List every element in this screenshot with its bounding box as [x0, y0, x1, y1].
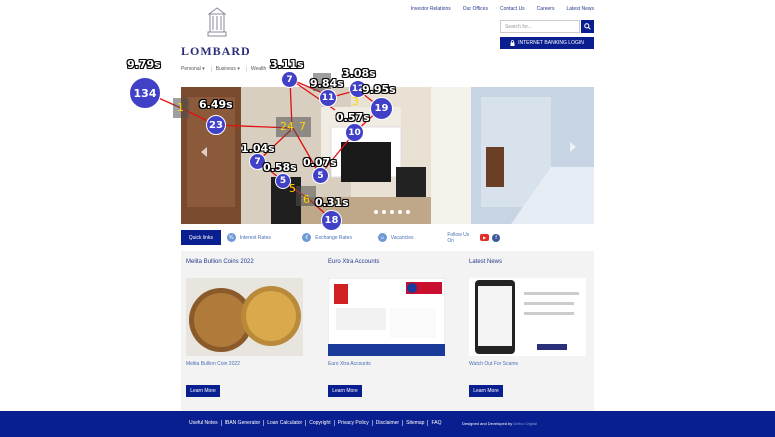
- learn-more-button[interactable]: Learn More: [328, 385, 362, 397]
- footer-link[interactable]: Disclaimer: [373, 420, 404, 426]
- quick-link-interest-rates[interactable]: % Interest Rates: [226, 233, 297, 242]
- top-links: Investor Relations Our Offices Contact U…: [411, 6, 594, 12]
- link-latest-news[interactable]: Latest News: [566, 6, 594, 12]
- nav-personal[interactable]: Personal ▾: [181, 66, 212, 72]
- euro-icon: €: [302, 233, 312, 242]
- trace-circle: 134: [129, 77, 161, 109]
- euro-xtra-image[interactable]: [328, 278, 445, 356]
- learn-more-button[interactable]: Learn More: [469, 385, 503, 397]
- footer-link[interactable]: FAQ: [428, 420, 444, 426]
- credit-name[interactable]: Deltco Digital: [513, 421, 537, 426]
- quick-link-vacancies[interactable]: ☺ Vacancies: [377, 233, 448, 242]
- footer-credit: Designed and Developed by Deltco Digital: [462, 421, 537, 426]
- search-input[interactable]: Search for...: [500, 20, 580, 33]
- quick-link-exchange-rates[interactable]: € Exchange Rates: [302, 233, 372, 242]
- follow-label: Follow Us On: [447, 231, 470, 244]
- logo-text: LOMBARD: [181, 44, 251, 58]
- login-label: INTERNET BANKING LOGIN: [518, 40, 584, 46]
- credit-prefix: Designed and Developed by: [462, 421, 513, 426]
- footer-link[interactable]: Useful Notes: [186, 420, 222, 426]
- card-caption[interactable]: Watch Out For Scams: [469, 361, 518, 367]
- nav-wealth[interactable]: Wealth: [251, 66, 272, 72]
- footer-link[interactable]: Copyright: [306, 420, 335, 426]
- building-emblem-icon: [207, 7, 227, 37]
- card-title: Melita Bullion Coins 2022: [186, 259, 254, 265]
- card-title: Euro Xtra Accounts: [328, 259, 380, 265]
- link-our-offices[interactable]: Our Offices: [463, 6, 488, 12]
- footer-link[interactable]: Loan Calculator: [264, 420, 307, 426]
- link-careers[interactable]: Careers: [537, 6, 555, 12]
- main-nav: Personal ▾ Business ▾ Wealth: [181, 66, 276, 72]
- internet-banking-login-button[interactable]: INTERNET BANKING LOGIN: [500, 37, 594, 49]
- hero-image: [181, 87, 594, 224]
- cards-section: Melita Bullion Coins 2022 Melita Bullion…: [181, 251, 594, 411]
- person-icon: ☺: [377, 233, 387, 242]
- quick-links-label: Quick links: [181, 230, 221, 245]
- search-button[interactable]: [581, 20, 594, 33]
- footer-link[interactable]: IBAN Generator: [222, 420, 265, 426]
- youtube-icon[interactable]: ▶: [480, 234, 490, 241]
- trace-circle: 7: [281, 71, 298, 88]
- lombard-logo[interactable]: LOMBARD: [181, 6, 261, 58]
- facebook-icon[interactable]: f: [492, 233, 500, 242]
- hero-carousel[interactable]: [181, 87, 594, 224]
- lock-icon: [510, 40, 515, 46]
- link-investor-relations[interactable]: Investor Relations: [411, 6, 451, 12]
- search-icon: [584, 23, 591, 30]
- follow-us: Follow Us On ▶ f: [447, 232, 594, 244]
- card-caption[interactable]: Melita Bullion Coin 2022: [186, 361, 240, 367]
- percent-icon: %: [226, 233, 236, 242]
- learn-more-button[interactable]: Learn More: [186, 385, 220, 397]
- footer-link[interactable]: Sitemap: [403, 420, 429, 426]
- nav-business[interactable]: Business ▾: [216, 66, 247, 72]
- coins-image[interactable]: [186, 278, 303, 356]
- trace-time: 3.08s: [342, 67, 376, 80]
- footer-link[interactable]: Privacy Policy: [335, 420, 373, 426]
- quick-link-label: Vacancies: [390, 234, 414, 241]
- link-contact-us[interactable]: Contact Us: [500, 6, 525, 12]
- footer-links: Useful Notes IBAN Generator Loan Calcula…: [186, 420, 444, 426]
- trace-time: 9.79s: [127, 58, 161, 71]
- footer: Useful Notes IBAN Generator Loan Calcula…: [0, 411, 775, 437]
- page: LOMBARD Investor Relations Our Offices C…: [0, 0, 775, 437]
- card-caption[interactable]: Euro Xtra Accounts: [328, 361, 371, 367]
- quick-link-label: Interest Rates: [239, 234, 271, 241]
- quick-link-label: Exchange Rates: [315, 234, 352, 241]
- scam-warning-image[interactable]: [469, 278, 586, 356]
- card-title: Latest News: [469, 259, 503, 265]
- quick-links-bar: Quick links % Interest Rates € Exchange …: [181, 230, 594, 245]
